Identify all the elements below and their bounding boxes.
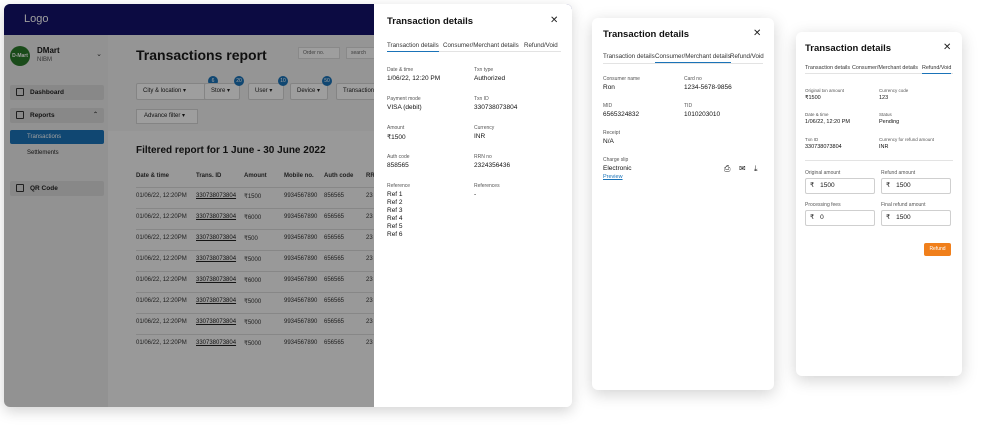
references-value: - bbox=[474, 191, 477, 198]
final-refund-amount-input[interactable]: ₹1500 bbox=[881, 210, 951, 226]
refund-void-card: Transaction details ✕ Transaction detail… bbox=[796, 32, 962, 376]
field-value: Authorized bbox=[474, 75, 506, 82]
print-icon[interactable]: ⎙ bbox=[724, 164, 730, 174]
field-value: 1010203010 bbox=[684, 111, 721, 118]
field-value: 858565 bbox=[387, 162, 409, 169]
reference-list: Ref 1 Ref 2 Ref 3 Ref 4 Ref 5 Ref 6 bbox=[387, 191, 403, 239]
list-item: Ref 1 bbox=[387, 191, 403, 198]
field-label: Status bbox=[879, 112, 892, 117]
rupee-icon: ₹ bbox=[810, 214, 815, 221]
field-value: ₹1500 bbox=[387, 134, 406, 141]
field-value: N/A bbox=[603, 138, 614, 145]
input-value: 1500 bbox=[896, 182, 911, 189]
drawer-title: Transaction details bbox=[387, 16, 474, 27]
field-label: Date & time bbox=[387, 67, 414, 73]
rupee-icon: ₹ bbox=[886, 214, 891, 221]
consumer-merchant-details-card: Transaction details ✕ Transaction detail… bbox=[592, 18, 774, 390]
field-label: Original txn amount bbox=[805, 88, 845, 93]
field-value: 330738073804 bbox=[805, 144, 842, 150]
tab-divider bbox=[603, 63, 763, 64]
close-icon[interactable]: ✕ bbox=[753, 28, 761, 39]
field-label: Amount bbox=[387, 125, 405, 131]
processing-fees-input[interactable]: ₹0 bbox=[805, 210, 875, 226]
original-amount-input[interactable]: ₹1500 bbox=[805, 178, 875, 194]
input-label: Original amount bbox=[805, 170, 841, 176]
list-item: Ref 2 bbox=[387, 199, 403, 206]
tab-consumer-merchant-details[interactable]: Consumer/Merchant details bbox=[655, 53, 731, 63]
section-divider bbox=[805, 160, 953, 161]
tab-refund-void[interactable]: Refund/Void bbox=[730, 53, 764, 60]
field-value: 1234-5678-9856 bbox=[684, 84, 732, 91]
modal-overlay[interactable] bbox=[4, 4, 374, 407]
tab-transaction-details[interactable]: Transaction details bbox=[603, 53, 655, 60]
field-value: ₹1500 bbox=[805, 95, 821, 101]
field-label: Currency code bbox=[879, 88, 909, 93]
charge-slip-label: Charge slip bbox=[603, 157, 629, 163]
field-label: MID bbox=[603, 103, 613, 109]
field-label: Currency for refund amount bbox=[879, 137, 935, 142]
refund-button[interactable]: Refund bbox=[924, 243, 951, 256]
list-item: Ref 6 bbox=[387, 231, 403, 238]
input-label: Final refund amount bbox=[881, 202, 926, 208]
rupee-icon: ₹ bbox=[810, 182, 815, 189]
field-value: VISA (debit) bbox=[387, 104, 422, 111]
field-value: 1/06/22, 12:20 PM bbox=[805, 119, 850, 125]
input-value: 1500 bbox=[820, 182, 835, 189]
tab-refund-void[interactable]: Refund/Void bbox=[524, 42, 558, 49]
field-value: 123 bbox=[879, 95, 889, 101]
field-label: Consumer name bbox=[603, 76, 640, 82]
input-label: Processing fees bbox=[805, 202, 841, 208]
field-value: 330738073804 bbox=[474, 104, 518, 111]
drawer-title: Transaction details bbox=[603, 29, 690, 40]
field-label: Receipt bbox=[603, 130, 620, 136]
references-label: References bbox=[474, 183, 500, 189]
field-label: Date & time bbox=[805, 112, 829, 117]
field-label: Currency bbox=[474, 125, 495, 131]
field-value: 6565324832 bbox=[603, 111, 640, 118]
field-value: INR bbox=[879, 144, 889, 150]
input-value: 1500 bbox=[896, 214, 911, 221]
charge-slip-value: Electronic bbox=[603, 165, 632, 172]
field-label: RRN no bbox=[474, 154, 492, 160]
input-value: 0 bbox=[820, 214, 824, 221]
transaction-details-drawer: Transaction details ✕ Transaction detail… bbox=[374, 4, 572, 407]
tab-consumer-merchant-details[interactable]: Consumer/Merchant details bbox=[852, 65, 918, 71]
field-value: Pending bbox=[879, 119, 900, 125]
field-label: Payment mode bbox=[387, 96, 421, 102]
drawer-title: Transaction details bbox=[805, 43, 892, 54]
download-icon[interactable]: ⤓ bbox=[754, 164, 758, 174]
list-item: Ref 3 bbox=[387, 207, 403, 214]
mail-icon[interactable]: ✉ bbox=[739, 164, 746, 173]
field-label: Txn ID bbox=[474, 96, 489, 102]
field-label: Auth code bbox=[387, 154, 410, 160]
tab-transaction-details[interactable]: Transaction details bbox=[387, 42, 439, 52]
list-item: Ref 5 bbox=[387, 223, 403, 230]
close-icon[interactable]: ✕ bbox=[943, 42, 951, 53]
field-label: TID bbox=[684, 103, 693, 109]
field-value: Ron bbox=[603, 84, 615, 91]
field-value: 1/06/22, 12:20 PM bbox=[387, 75, 441, 82]
preview-link[interactable]: Preview bbox=[603, 174, 623, 180]
stage: Logo D-Mart DMart NIBM ⌄ Dashboard Repor… bbox=[0, 0, 988, 446]
reference-label: Reference bbox=[387, 183, 411, 189]
rupee-icon: ₹ bbox=[886, 182, 891, 189]
field-value: INR bbox=[474, 133, 486, 140]
list-item: Ref 4 bbox=[387, 215, 403, 222]
field-value: 2324356436 bbox=[474, 162, 511, 169]
field-label: Txn ID bbox=[805, 137, 819, 142]
tab-refund-void[interactable]: Refund/Void bbox=[922, 65, 952, 74]
tab-consumer-merchant-details[interactable]: Consumer/Merchant details bbox=[443, 42, 519, 49]
tab-transaction-details[interactable]: Transaction details bbox=[805, 65, 850, 71]
field-label: Txn type bbox=[474, 67, 494, 73]
refund-amount-input[interactable]: ₹1500 bbox=[881, 178, 951, 194]
app-window: Logo D-Mart DMart NIBM ⌄ Dashboard Repor… bbox=[4, 4, 572, 407]
input-label: Refund amount bbox=[881, 170, 916, 176]
field-label: Card no bbox=[684, 76, 702, 82]
close-icon[interactable]: ✕ bbox=[550, 15, 558, 26]
